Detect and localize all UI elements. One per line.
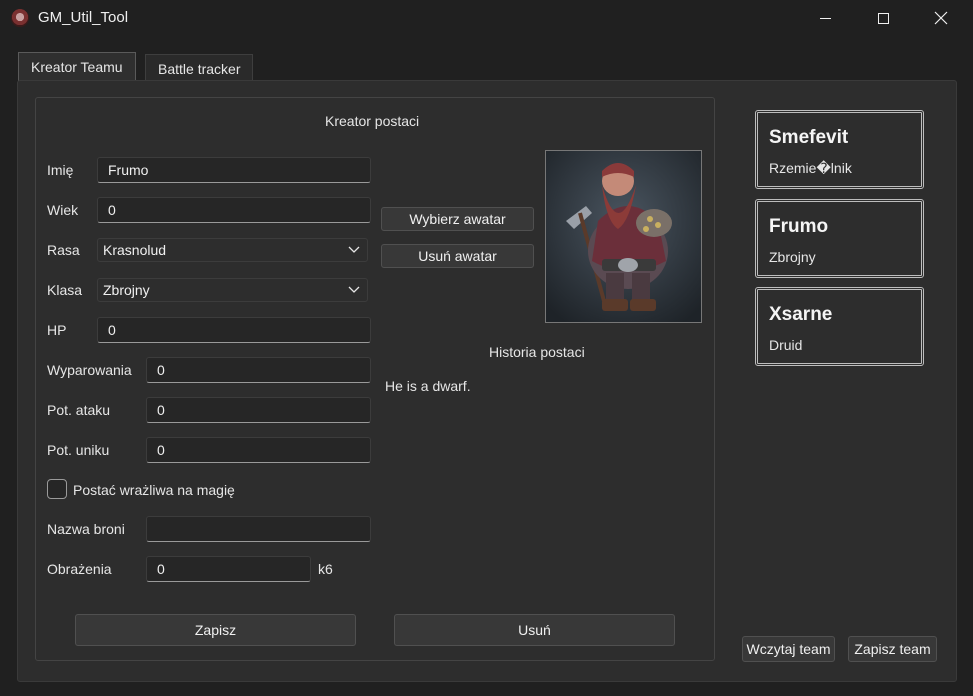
- close-button[interactable]: [918, 0, 964, 36]
- race-label: Rasa: [47, 242, 80, 258]
- load-team-button[interactable]: Wczytaj team: [742, 636, 835, 662]
- choose-avatar-button[interactable]: Wybierz awatar: [381, 207, 534, 231]
- attack-pot-label: Pot. ataku: [47, 402, 111, 418]
- remove-avatar-button[interactable]: Usuń awatar: [381, 244, 534, 268]
- age-field[interactable]: 0: [97, 197, 371, 223]
- save-button[interactable]: Zapisz: [75, 614, 356, 646]
- magic-vulnerable-checkbox[interactable]: [47, 479, 67, 499]
- weapon-name-field[interactable]: [146, 516, 371, 542]
- team-member-class: Rzemie�lnik: [769, 160, 852, 176]
- history-text[interactable]: He is a dwarf.: [385, 378, 685, 394]
- team-card[interactable]: Frumo Zbrojny: [755, 199, 924, 278]
- damage-suffix: k6: [318, 561, 333, 577]
- name-label: Imię: [47, 162, 74, 178]
- evasions-field[interactable]: 0: [146, 357, 371, 383]
- tab-kreator-teamu[interactable]: Kreator Teamu: [18, 52, 136, 81]
- minimize-button[interactable]: [802, 0, 848, 36]
- hp-label: HP: [47, 322, 67, 338]
- avatar-image: [545, 150, 702, 323]
- attack-pot-field[interactable]: 0: [146, 397, 371, 423]
- team-member-name: Xsarne: [769, 304, 833, 325]
- team-member-class: Zbrojny: [769, 249, 816, 265]
- dodge-pot-field[interactable]: 0: [146, 437, 371, 463]
- magic-vulnerable-label: Postać wrażliwa na magię: [73, 482, 235, 498]
- maximize-icon: [877, 12, 889, 24]
- group-title: Kreator postaci: [325, 113, 420, 129]
- save-team-button[interactable]: Zapisz team: [848, 636, 937, 662]
- name-field[interactable]: Frumo: [97, 157, 371, 183]
- hp-field[interactable]: 0: [97, 317, 371, 343]
- window-title: GM_Util_Tool: [38, 9, 129, 26]
- team-member-class: Druid: [769, 337, 803, 353]
- team-member-name: Frumo: [769, 216, 829, 237]
- age-label: Wiek: [47, 202, 79, 218]
- tab-battle-tracker[interactable]: Battle tracker: [145, 54, 254, 80]
- maximize-button[interactable]: [860, 0, 906, 36]
- history-title: Historia postaci: [489, 344, 585, 360]
- weapon-name-label: Nazwa broni: [47, 521, 125, 537]
- delete-button[interactable]: Usuń: [394, 614, 675, 646]
- chevron-down-icon: [348, 286, 360, 293]
- team-card[interactable]: Xsarne Druid: [755, 287, 924, 366]
- minimize-icon: [819, 17, 831, 19]
- evasions-label: Wyparowania: [47, 362, 132, 378]
- class-label: Klasa: [47, 282, 83, 298]
- race-select[interactable]: Krasnolud: [97, 238, 368, 262]
- team-card[interactable]: Smefevit Rzemie�lnik: [755, 110, 924, 189]
- close-icon: [934, 11, 948, 25]
- class-select[interactable]: Zbrojny: [97, 278, 368, 302]
- title-bar: GM_Util_Tool: [0, 0, 973, 36]
- damage-label: Obrażenia: [47, 561, 112, 577]
- chevron-down-icon: [348, 246, 360, 253]
- dodge-pot-label: Pot. uniku: [47, 442, 110, 458]
- dwarf-avatar-illustration: [546, 151, 701, 322]
- damage-field[interactable]: 0: [146, 556, 311, 582]
- app-icon: [11, 9, 29, 27]
- class-value: Zbrojny: [103, 282, 150, 298]
- team-member-name: Smefevit: [769, 127, 849, 148]
- race-value: Krasnolud: [103, 242, 167, 258]
